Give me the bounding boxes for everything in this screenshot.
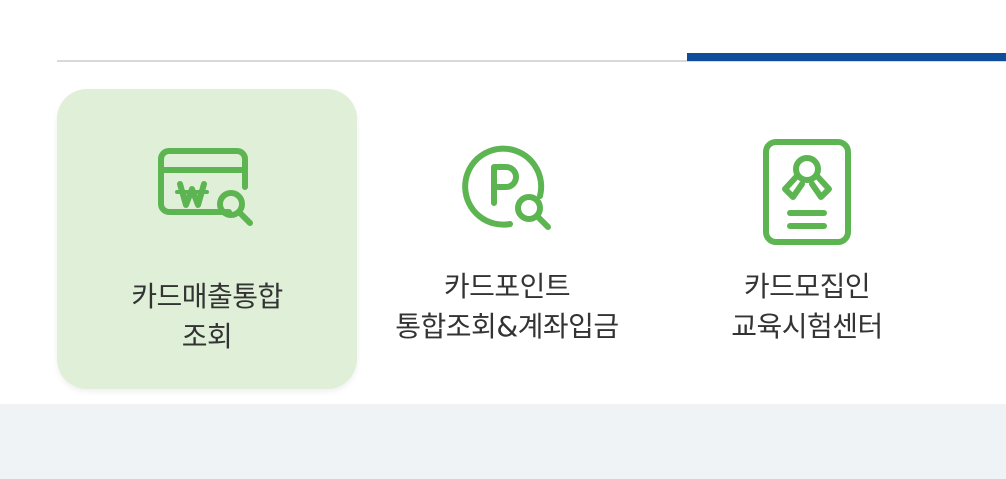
menu-item-card-sales-inquiry[interactable]: 카드매출통합 조회 xyxy=(57,89,357,389)
menu-label-line1: 카드포인트 xyxy=(443,270,571,303)
menu-label-line1: 카드매출통합 xyxy=(131,280,283,313)
page: 카드매출통합 조회 카드포인트 통합조회&계좌입금 카드모집인 교육시험센터 xyxy=(0,0,1006,479)
menu-item-label: 카드포인트 통합조회&계좌입금 xyxy=(357,267,657,347)
active-tab-indicator xyxy=(687,53,1006,61)
menu-item-card-point-inquiry[interactable]: 카드포인트 통합조회&계좌입금 xyxy=(357,89,657,389)
menu-label-line2: 교육시험센터 xyxy=(731,310,883,343)
menu-label-line2: 조회 xyxy=(181,320,233,353)
menu-item-label: 카드매출통합 조회 xyxy=(57,277,357,357)
quick-menu: 카드매출통합 조회 카드포인트 통합조회&계좌입금 카드모집인 교육시험센터 xyxy=(57,89,1006,389)
card-won-search-icon xyxy=(147,129,267,249)
recruiter-id-card-icon xyxy=(747,129,867,249)
menu-item-label: 카드모집인 교육시험센터 xyxy=(657,267,957,347)
menu-label-line2: 통합조회&계좌입금 xyxy=(395,310,619,343)
point-search-icon xyxy=(447,129,567,249)
menu-item-card-recruiter-center[interactable]: 카드모집인 교육시험센터 xyxy=(657,89,957,389)
footer-band xyxy=(0,404,1006,479)
menu-label-line1: 카드모집인 xyxy=(743,270,871,303)
